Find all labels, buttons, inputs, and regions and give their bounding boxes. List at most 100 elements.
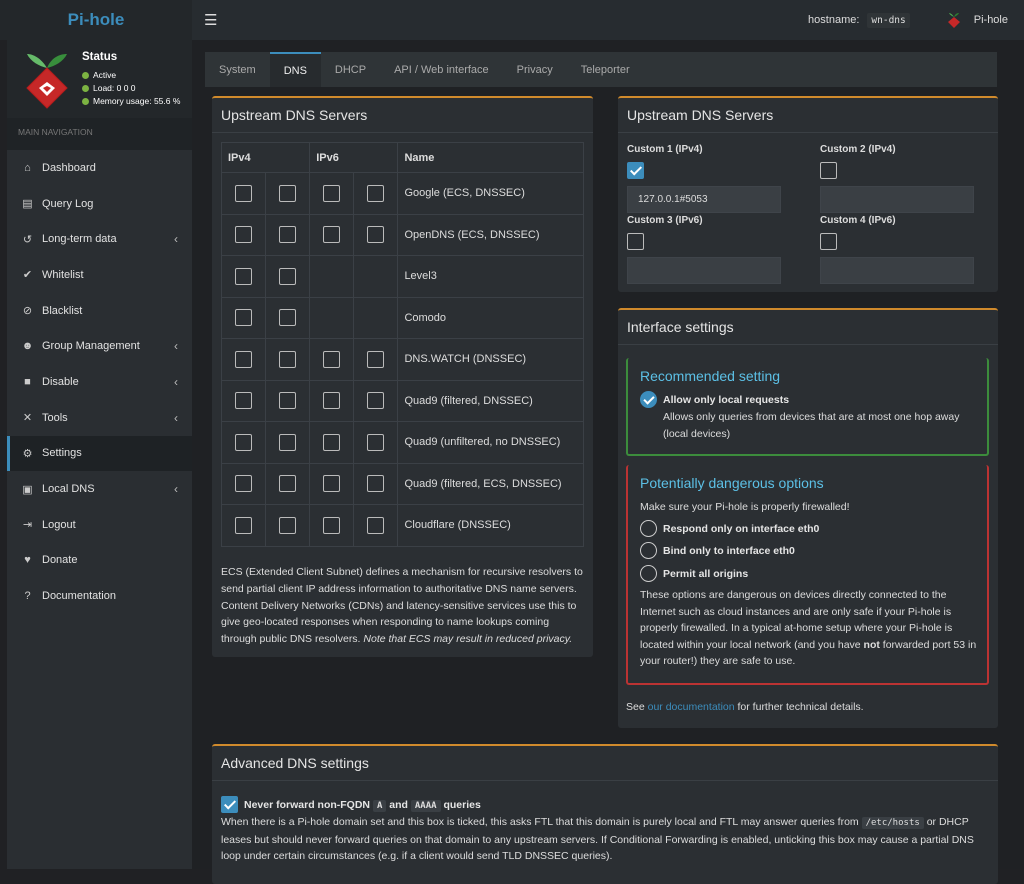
checkbox[interactable] xyxy=(279,433,297,451)
checkbox[interactable] xyxy=(323,226,341,244)
checkbox[interactable] xyxy=(279,267,297,285)
nav-logout[interactable]: ⇥ Logout xyxy=(7,507,192,543)
never-forward-fqdn-checkbox[interactable] xyxy=(221,796,238,813)
nav-query-log[interactable]: ▤ Query Log xyxy=(7,186,192,222)
tab-teleporter[interactable]: Teleporter xyxy=(567,52,644,87)
see-documentation: See our documentation for further techni… xyxy=(626,701,864,713)
file-icon: ▤ xyxy=(22,198,33,211)
user-menu[interactable]: Pi-hole xyxy=(974,14,1008,26)
status-load: Load: 0 0 0 xyxy=(82,83,136,93)
checkbox[interactable] xyxy=(367,433,385,451)
checkbox[interactable] xyxy=(367,475,385,493)
documentation-link[interactable]: our documentation xyxy=(648,701,735,713)
checkbox[interactable] xyxy=(367,516,385,534)
checkbox[interactable] xyxy=(235,309,253,327)
tab-api-web-interface[interactable]: API / Web interface xyxy=(380,52,503,87)
custom1-checkbox[interactable] xyxy=(627,162,644,179)
tab-system[interactable]: System xyxy=(205,52,270,87)
custom4-input[interactable] xyxy=(820,257,974,284)
custom2-checkbox[interactable] xyxy=(820,162,837,179)
checkbox[interactable] xyxy=(235,267,253,285)
checkbox[interactable] xyxy=(323,516,341,534)
nav-blacklist[interactable]: ⊘ Blacklist xyxy=(7,293,192,329)
custom1-input[interactable]: 127.0.0.1#5053 xyxy=(627,186,781,213)
checkbox[interactable] xyxy=(279,350,297,368)
checkbox[interactable] xyxy=(235,392,253,410)
nav-tools[interactable]: ✕ Tools ‹ xyxy=(7,400,192,436)
never-forward-fqdn-option[interactable]: Never forward non-FQDN A and AAAA querie… xyxy=(221,796,481,813)
checkbox[interactable] xyxy=(279,475,297,493)
checkbox[interactable] xyxy=(235,226,253,244)
respond-interface-radio[interactable] xyxy=(640,520,657,537)
custom3-checkbox[interactable] xyxy=(627,233,644,250)
table-row: Quad9 (filtered, ECS, DNSSEC) xyxy=(220,462,584,505)
checkbox[interactable] xyxy=(279,309,297,327)
nav-dashboard[interactable]: ⌂ Dashboard xyxy=(7,150,192,186)
nav-long-term-data[interactable]: ↺ Long-term data ‹ xyxy=(7,221,192,257)
settings-tabs: System DNS DHCP API / Web interface Priv… xyxy=(205,52,997,87)
checkbox[interactable] xyxy=(279,184,297,202)
chevron-left-icon: ‹ xyxy=(174,482,178,497)
server-name: Quad9 (unfiltered, no DNSSEC) xyxy=(397,421,584,464)
status-panel: Status Active Load: 0 0 0 Memory usage: … xyxy=(7,40,192,118)
custom1-label: Custom 1 (IPv4) xyxy=(627,144,703,155)
respond-interface-option[interactable]: Respond only on interface eth0 xyxy=(640,520,819,537)
nav-documentation[interactable]: ? Documentation xyxy=(7,578,192,614)
dangerous-title: Potentially dangerous options xyxy=(640,475,824,491)
checkbox[interactable] xyxy=(367,226,385,244)
checkbox[interactable] xyxy=(279,226,297,244)
dashboard-icon: ⌂ xyxy=(24,161,31,174)
checkbox[interactable] xyxy=(235,433,253,451)
table-row: Google (ECS, DNSSEC) xyxy=(220,172,584,215)
checkbox[interactable] xyxy=(235,184,253,202)
main-nav: ⌂ Dashboard ▤ Query Log ↺ Long-term data ‹ ✔… xyxy=(7,150,192,614)
interface-settings-title: Interface settings xyxy=(618,310,998,345)
checkbox[interactable] xyxy=(323,350,341,368)
question-icon: ? xyxy=(24,590,31,603)
advanced-dns-title: Advanced DNS settings xyxy=(212,746,998,781)
ipv4-header: IPv4 xyxy=(220,142,311,173)
tab-dns[interactable]: DNS xyxy=(269,52,321,87)
custom4-checkbox[interactable] xyxy=(820,233,837,250)
tab-privacy[interactable]: Privacy xyxy=(503,52,567,87)
tab-dhcp[interactable]: DHCP xyxy=(321,52,380,87)
check-circle-icon: ✔ xyxy=(22,269,33,282)
local-requests-option[interactable]: Allow only local requests xyxy=(640,391,789,408)
brand-logo[interactable]: Pi-hole xyxy=(0,0,192,40)
menu-toggle-icon[interactable]: ☰ xyxy=(204,11,217,29)
checkbox[interactable] xyxy=(367,392,385,410)
checkbox[interactable] xyxy=(235,516,253,534)
local-requests-radio[interactable] xyxy=(640,391,657,408)
checkbox[interactable] xyxy=(279,392,297,410)
custom2-input[interactable] xyxy=(820,186,974,213)
table-row: DNS.WATCH (DNSSEC) xyxy=(220,338,584,381)
checkbox[interactable] xyxy=(367,350,385,368)
checkbox[interactable] xyxy=(367,184,385,202)
top-bar: Pi-hole ☰ hostname: wn-dns Pi-hole xyxy=(0,0,1024,40)
server-name: OpenDNS (ECS, DNSSEC) xyxy=(397,213,584,256)
nav-whitelist[interactable]: ✔ Whitelist xyxy=(7,257,192,293)
dangerous-intro: Make sure your Pi-hole is properly firew… xyxy=(640,501,850,513)
nav-donate[interactable]: ♥ Donate xyxy=(7,543,192,579)
checkbox[interactable] xyxy=(235,350,253,368)
permit-all-radio[interactable] xyxy=(640,565,657,582)
pihole-logo-icon[interactable] xyxy=(946,11,962,29)
nav-disable[interactable]: ■ Disable ‹ xyxy=(7,364,192,400)
server-name: Comodo xyxy=(397,296,584,339)
checkbox[interactable] xyxy=(323,475,341,493)
checkbox[interactable] xyxy=(279,516,297,534)
nav-header: MAIN NAVIGATION xyxy=(7,118,192,150)
permit-all-option[interactable]: Permit all origins xyxy=(640,565,748,582)
nav-settings[interactable]: ⚙ Settings xyxy=(7,435,192,472)
checkbox[interactable] xyxy=(323,184,341,202)
bind-interface-radio[interactable] xyxy=(640,542,657,559)
nav-local-dns[interactable]: ▣ Local DNS ‹ xyxy=(7,471,192,507)
checkbox[interactable] xyxy=(323,433,341,451)
checkbox[interactable] xyxy=(323,392,341,410)
custom3-input[interactable] xyxy=(627,257,781,284)
bind-interface-option[interactable]: Bind only to interface eth0 xyxy=(640,542,795,559)
table-row: Quad9 (unfiltered, no DNSSEC) xyxy=(220,421,584,464)
name-header: Name xyxy=(397,142,584,173)
nav-group-management[interactable]: ☻ Group Management ‹ xyxy=(7,328,192,364)
checkbox[interactable] xyxy=(235,475,253,493)
